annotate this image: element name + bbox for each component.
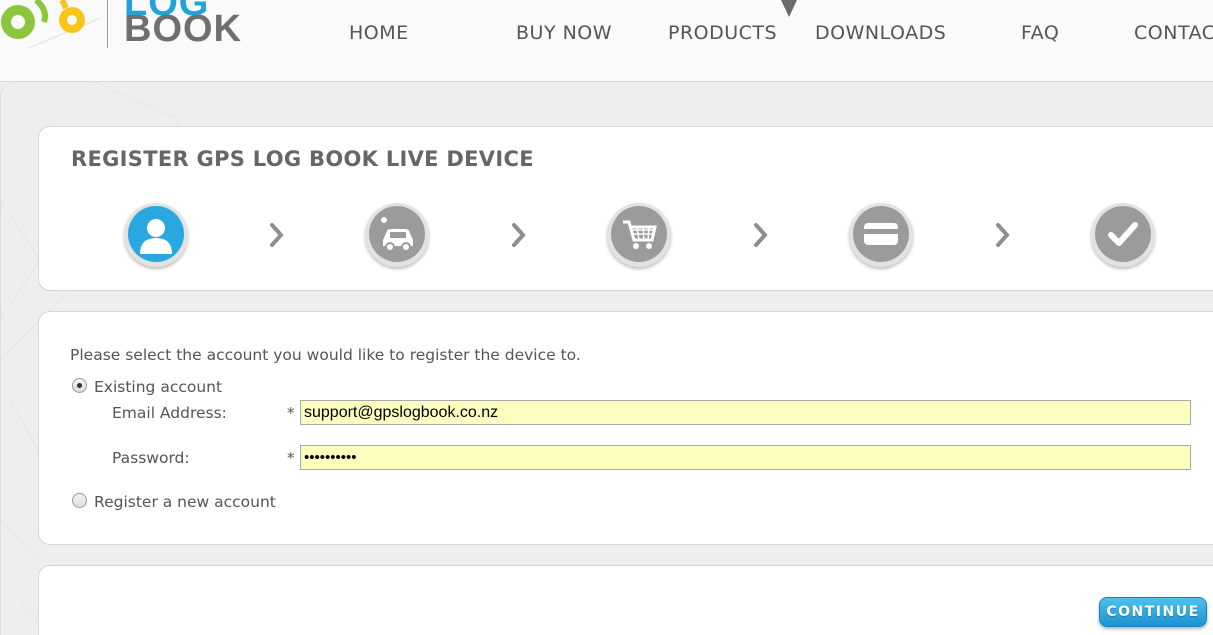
nav-home[interactable]: HOME <box>349 22 409 44</box>
step-purchase[interactable] <box>607 203 671 267</box>
new-account-label[interactable]: Register a new account <box>94 493 276 511</box>
password-label: Password: <box>112 449 190 467</box>
step-payment[interactable] <box>849 203 913 267</box>
radio-selected-dot <box>77 383 82 388</box>
nav-faq[interactable]: FAQ <box>1021 22 1059 44</box>
existing-account-radio[interactable] <box>72 378 87 393</box>
email-field[interactable]: support@gpslogbook.co.nz <box>300 400 1191 425</box>
checkmark-icon <box>1108 222 1138 246</box>
step-account[interactable] <box>124 203 188 267</box>
chevron-right-icon <box>996 223 1010 247</box>
continue-button[interactable]: CONTINUE <box>1099 597 1207 627</box>
step-vehicle[interactable] <box>365 203 429 267</box>
nav-buy-now[interactable]: BUY NOW <box>516 22 612 44</box>
nav-contact[interactable]: CONTACT <box>1134 22 1213 44</box>
step-complete[interactable] <box>1091 203 1155 267</box>
required-marker: * <box>287 449 295 467</box>
page-title: REGISTER GPS LOG BOOK LIVE DEVICE <box>71 147 534 171</box>
new-account-radio[interactable] <box>72 493 87 508</box>
chevron-right-icon <box>754 223 768 247</box>
site-header: LOG BOOK HOME BUY NOW PRODUCTS DOWNLOADS… <box>0 0 1213 82</box>
existing-account-label[interactable]: Existing account <box>94 378 222 396</box>
chevron-right-icon <box>270 223 284 247</box>
main-nav: HOME BUY NOW PRODUCTS DOWNLOADS FAQ CONT… <box>0 0 1213 81</box>
actions-card <box>38 565 1213 635</box>
shopping-cart-icon <box>623 220 657 249</box>
email-label: Email Address: <box>112 404 227 422</box>
active-nav-pointer-icon <box>781 0 797 17</box>
nav-products[interactable]: PRODUCTS <box>668 22 777 44</box>
user-icon <box>140 219 172 254</box>
account-form-card: Please select the account you would like… <box>38 311 1213 545</box>
chevron-right-icon <box>512 223 526 247</box>
form-intro: Please select the account you would like… <box>70 346 581 364</box>
password-field[interactable]: •••••••••• <box>300 445 1191 470</box>
nav-downloads[interactable]: DOWNLOADS <box>815 22 946 44</box>
wizard-steps-card: REGISTER GPS LOG BOOK LIVE DEVICE <box>38 126 1213 291</box>
add-vehicle-icon <box>381 217 413 252</box>
credit-card-icon <box>864 223 898 245</box>
required-marker: * <box>287 404 295 422</box>
